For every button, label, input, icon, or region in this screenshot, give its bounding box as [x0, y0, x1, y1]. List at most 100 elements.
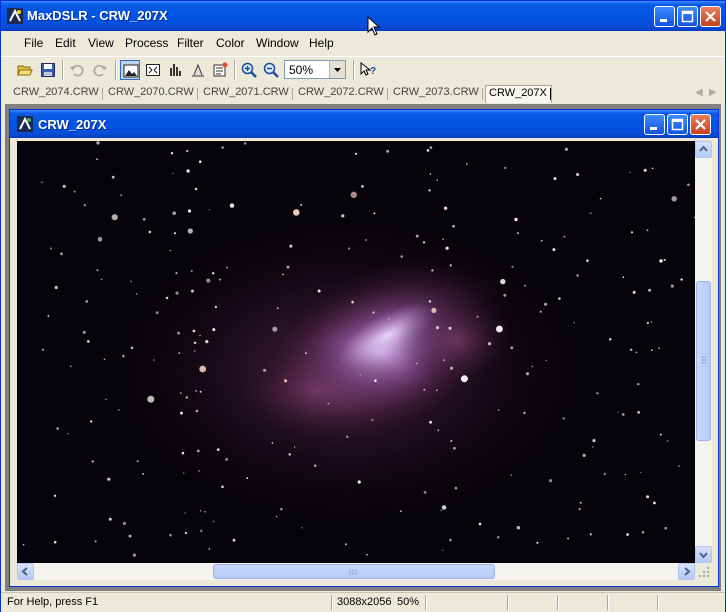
star	[664, 526, 667, 530]
document-title-bar[interactable]: CRW_207X	[10, 110, 718, 138]
star	[450, 440, 453, 442]
tab-crw-2073[interactable]: CRW_2073.CRW	[393, 86, 479, 102]
menu-window[interactable]: Window	[256, 36, 299, 50]
scroll-right-button[interactable]	[678, 563, 695, 580]
save-icon[interactable]	[38, 60, 58, 80]
star	[476, 315, 479, 318]
star	[56, 427, 59, 430]
zoom-in-icon[interactable]	[239, 60, 259, 80]
star	[130, 280, 132, 283]
redo-icon[interactable]	[90, 60, 110, 80]
star	[678, 465, 680, 467]
star	[608, 338, 612, 341]
tab-scroll-left-icon[interactable]: ◀	[695, 87, 703, 98]
star	[47, 315, 50, 317]
histogram-icon[interactable]	[166, 60, 186, 80]
horizontal-scrollbar[interactable]	[17, 563, 695, 580]
menu-file[interactable]: File	[24, 36, 43, 50]
menu-edit[interactable]: Edit	[55, 36, 76, 50]
toolbar: 50% ?	[1, 56, 725, 85]
maximize-button[interactable]	[677, 6, 698, 27]
star	[558, 297, 561, 300]
document-tab-bar: CRW_2074.CRW CRW_2070.CRW CRW_2071.CRW C…	[1, 84, 725, 103]
star	[450, 366, 453, 370]
star	[400, 255, 404, 258]
star	[365, 239, 367, 241]
scroll-up-button[interactable]	[695, 141, 712, 158]
size-grip-icon[interactable]	[695, 563, 712, 580]
star	[120, 194, 123, 197]
image-view-icon[interactable]	[120, 60, 140, 80]
star	[429, 173, 432, 175]
star	[54, 285, 58, 290]
zoom-select[interactable]: 50%	[284, 60, 346, 79]
properties-icon[interactable]	[210, 60, 230, 80]
svg-text:?: ?	[370, 66, 376, 77]
star	[351, 300, 354, 304]
star	[478, 522, 482, 526]
doc-minimize-button[interactable]	[644, 114, 665, 135]
document-title: CRW_207X	[38, 117, 107, 132]
horizontal-scroll-thumb[interactable]	[213, 564, 495, 579]
star	[275, 515, 278, 518]
star	[206, 278, 211, 283]
zoom-out-icon[interactable]	[261, 60, 281, 80]
star	[460, 375, 468, 383]
tab-crw-207x[interactable]: CRW_207X	[485, 85, 552, 103]
fit-icon[interactable]	[143, 60, 163, 80]
star	[60, 252, 63, 256]
star	[435, 326, 440, 330]
tab-crw-2074[interactable]: CRW_2074.CRW	[13, 86, 99, 102]
scroll-down-button[interactable]	[695, 546, 712, 563]
menu-process[interactable]: Process	[125, 36, 168, 50]
star	[496, 325, 503, 333]
star	[428, 189, 431, 192]
menu-filter[interactable]: Filter	[177, 36, 204, 50]
close-button[interactable]	[700, 6, 721, 27]
tab-crw-2071[interactable]: CRW_2071.CRW	[203, 86, 289, 102]
tab-separator	[197, 88, 198, 100]
star	[185, 396, 188, 399]
document-window: CRW_207X	[9, 109, 719, 587]
levels-icon[interactable]	[188, 60, 208, 80]
menu-view[interactable]: View	[88, 36, 114, 50]
menu-help[interactable]: Help	[309, 36, 334, 50]
menu-color[interactable]: Color	[216, 36, 245, 50]
star	[437, 429, 440, 432]
image-canvas[interactable]	[17, 141, 695, 563]
star	[596, 392, 599, 395]
chevron-down-icon[interactable]	[329, 61, 345, 78]
star	[169, 533, 172, 537]
star	[221, 146, 224, 149]
star	[197, 449, 200, 453]
vertical-scrollbar[interactable]	[695, 141, 712, 563]
star	[366, 553, 368, 556]
star	[630, 348, 633, 351]
star	[576, 274, 579, 277]
title-bar[interactable]: MaxDSLR - CRW_207X	[1, 1, 725, 31]
minimize-button[interactable]	[654, 6, 675, 27]
tab-crw-2072[interactable]: CRW_2072.CRW	[298, 86, 384, 102]
star	[431, 269, 434, 272]
tab-crw-2070[interactable]: CRW_2070.CRW	[108, 86, 194, 102]
star	[194, 187, 198, 191]
star	[62, 184, 66, 188]
doc-maximize-button[interactable]	[667, 114, 688, 135]
star	[221, 485, 224, 489]
status-divider	[331, 595, 333, 610]
status-divider	[425, 595, 427, 610]
tab-scroll-right-icon[interactable]: ▶	[709, 87, 717, 98]
context-help-icon[interactable]: ?	[358, 60, 378, 80]
vertical-scroll-thumb[interactable]	[696, 281, 711, 441]
scroll-left-button[interactable]	[17, 563, 34, 580]
doc-close-button[interactable]	[690, 114, 711, 135]
open-folder-icon[interactable]	[15, 60, 35, 80]
star	[142, 472, 145, 475]
undo-icon[interactable]	[67, 60, 87, 80]
star	[53, 494, 57, 497]
star	[503, 293, 507, 297]
star	[423, 388, 426, 391]
star	[372, 311, 375, 314]
star	[289, 244, 293, 248]
star	[590, 212, 592, 215]
